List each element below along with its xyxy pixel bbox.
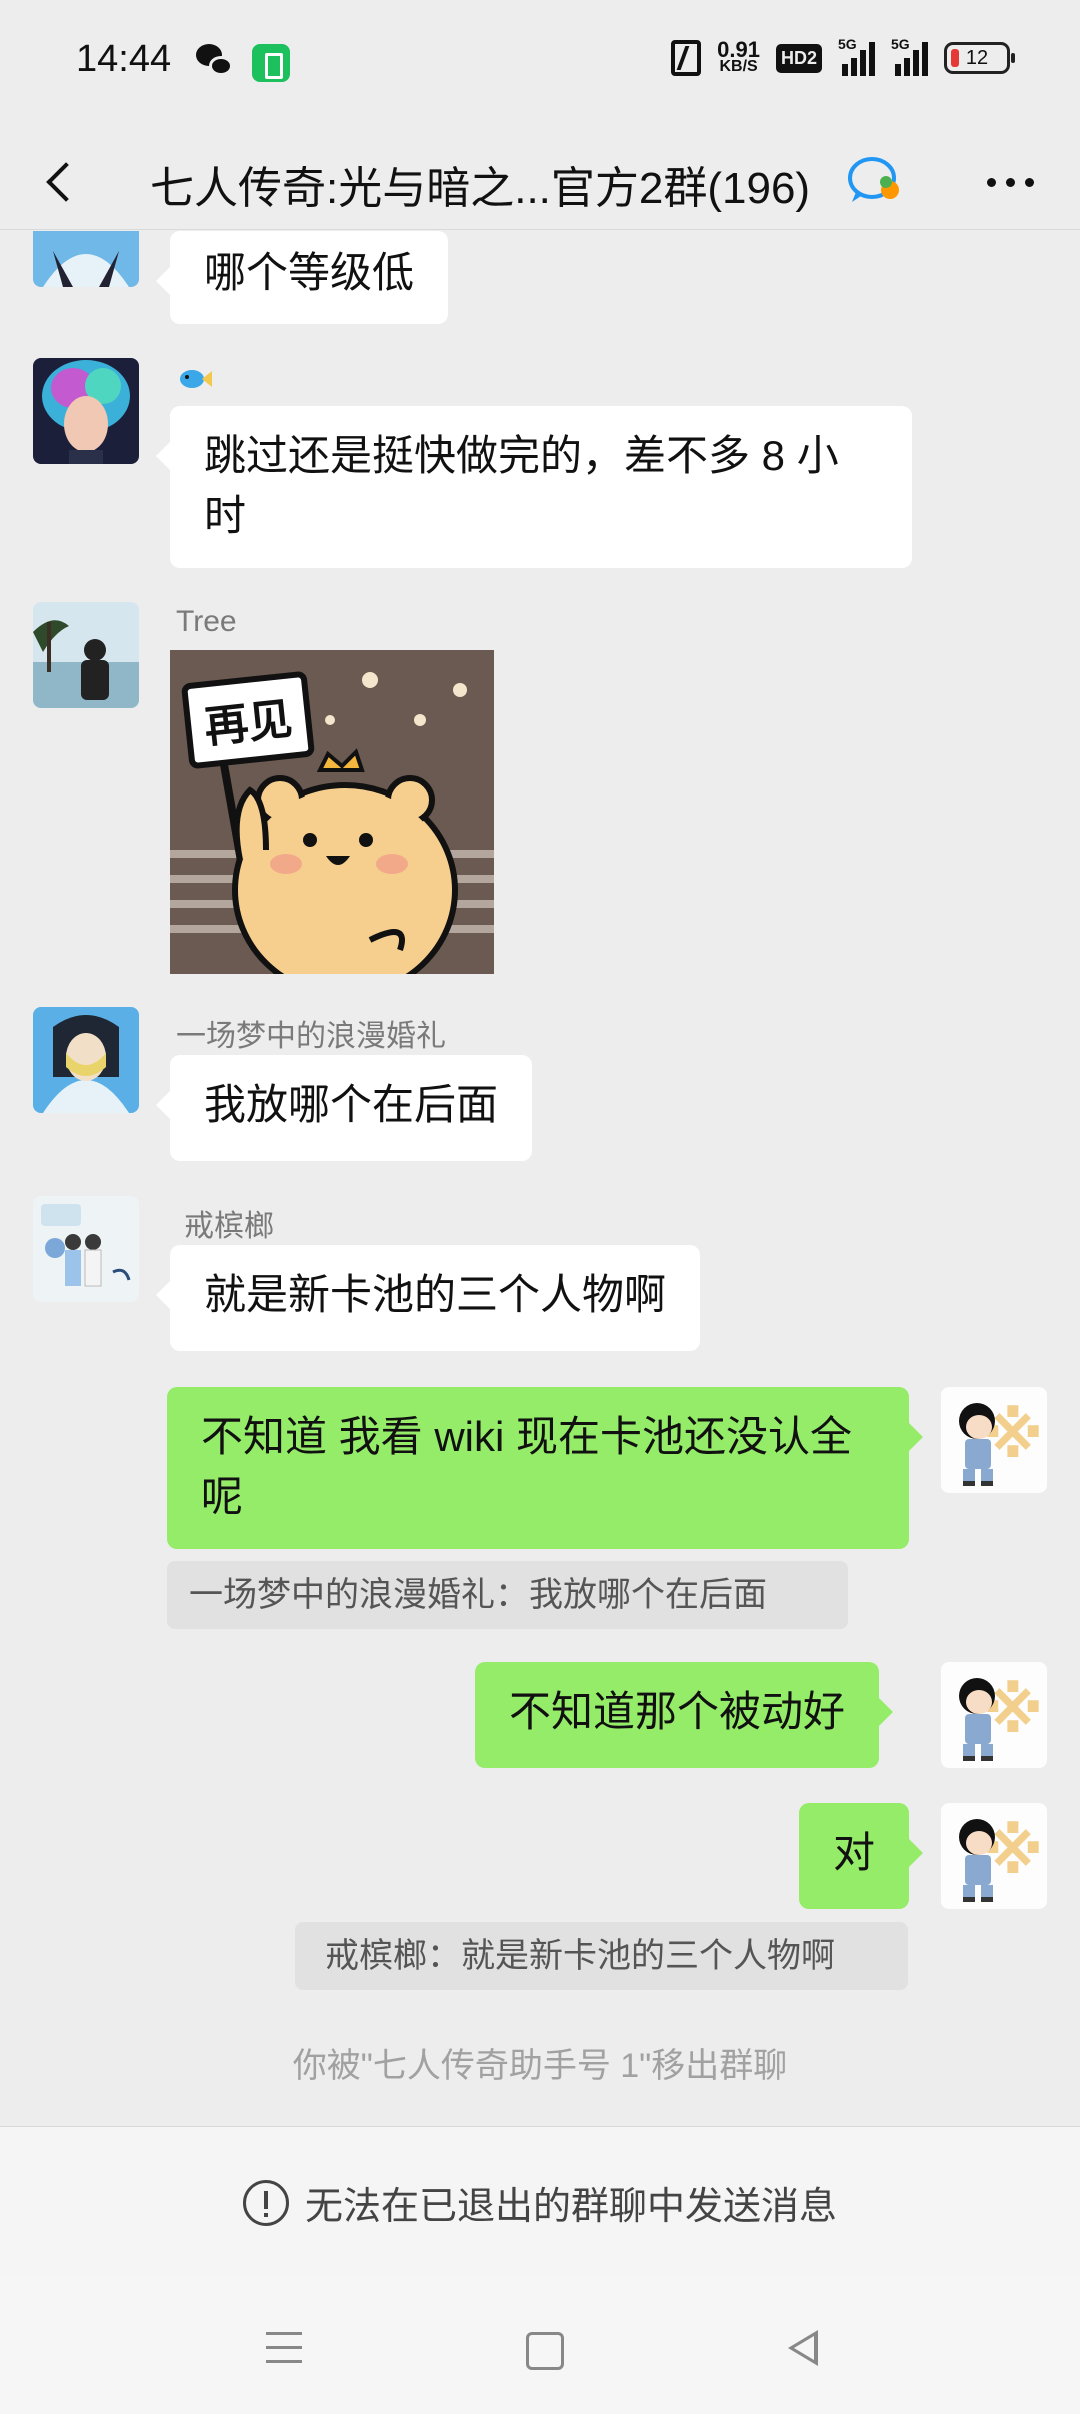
message-bubble[interactable]: 哪个等级低	[155, 231, 449, 324]
avatar[interactable]	[33, 602, 139, 708]
message-list[interactable]: 哪个等级低 跳过还是挺快做完的，差不多 8 小时 Tree 再见 一场梦中的浪漫…	[0, 231, 1080, 2126]
svg-text:※: ※	[983, 1674, 1043, 1747]
my-avatar[interactable]: ※	[941, 1662, 1047, 1768]
my-avatar[interactable]: ※	[941, 1803, 1047, 1909]
svg-text:※: ※	[983, 1399, 1043, 1472]
disabled-notice: 无法在已退出的群聊中发送消息	[304, 2186, 837, 2228]
sender-name: 戒槟榔	[184, 1210, 274, 1243]
system-notice: 你被"七人传奇助手号 1"移出群聊	[292, 2047, 788, 2085]
recent-apps-button[interactable]	[256, 2318, 316, 2378]
nfc-icon	[671, 40, 702, 76]
home-button[interactable]	[512, 2318, 572, 2378]
message-bubble[interactable]: 我放哪个在后面	[155, 1055, 533, 1161]
message-bubble[interactable]: 跳过还是挺快做完的，差不多 8 小时	[156, 406, 912, 568]
status-time: 14:44	[76, 38, 172, 80]
svg-text:再见: 再见	[202, 694, 295, 754]
quoted-message[interactable]: 一场梦中的浪漫婚礼：我放哪个在后面	[167, 1561, 848, 1629]
fish-icon	[180, 370, 212, 388]
message-bubble[interactable]: 就是新卡池的三个人物啊	[155, 1245, 701, 1351]
quoted-message[interactable]: 戒槟榔：就是新卡池的三个人物啊	[295, 1922, 908, 1990]
my-avatar[interactable]: ※	[941, 1387, 1047, 1493]
sticker-image[interactable]: 再见	[170, 650, 494, 974]
avatar[interactable]	[33, 1007, 139, 1113]
more-options-button[interactable]	[970, 152, 1050, 212]
avatar[interactable]	[33, 1196, 139, 1302]
sender-name: 一场梦中的浪漫婚礼	[176, 1020, 446, 1053]
chat-header: 七人传奇:光与暗之...官方2群(196)	[0, 130, 1080, 230]
message-bubble-outgoing[interactable]: 不知道 我看 wiki 现在卡池还没认全呢	[167, 1387, 923, 1549]
signal-icon-1: 5G	[838, 36, 875, 76]
back-button[interactable]	[30, 150, 90, 210]
chat-title: 七人传奇:光与暗之...官方2群(196)	[150, 164, 811, 213]
group-chat-icon	[848, 157, 899, 202]
message-bubble-outgoing[interactable]: 对	[799, 1803, 924, 1909]
status-bar: 14:44 0.91 KB/S HD2 5G 5G 12	[0, 0, 1080, 130]
sender-name: Tree	[176, 605, 237, 638]
app-notification-icon	[252, 44, 290, 82]
battery-icon: 12	[944, 42, 1015, 74]
avatar[interactable]	[33, 358, 139, 464]
message-bubble-outgoing[interactable]: 不知道那个被动好	[475, 1662, 894, 1768]
avatar[interactable]	[33, 231, 139, 287]
system-back-button[interactable]	[772, 2318, 832, 2378]
input-disabled-bar: 无法在已退出的群聊中发送消息	[0, 2126, 1080, 2278]
svg-text:※: ※	[983, 1815, 1043, 1888]
hd-voice-icon: HD2	[775, 43, 822, 73]
system-navigation-bar	[0, 2278, 1080, 2414]
exclamation-icon	[242, 2179, 289, 2226]
signal-icon-2: 5G	[891, 36, 928, 76]
wechat-notification-icon	[196, 44, 234, 78]
network-speed: 0.91 KB/S	[717, 37, 760, 76]
